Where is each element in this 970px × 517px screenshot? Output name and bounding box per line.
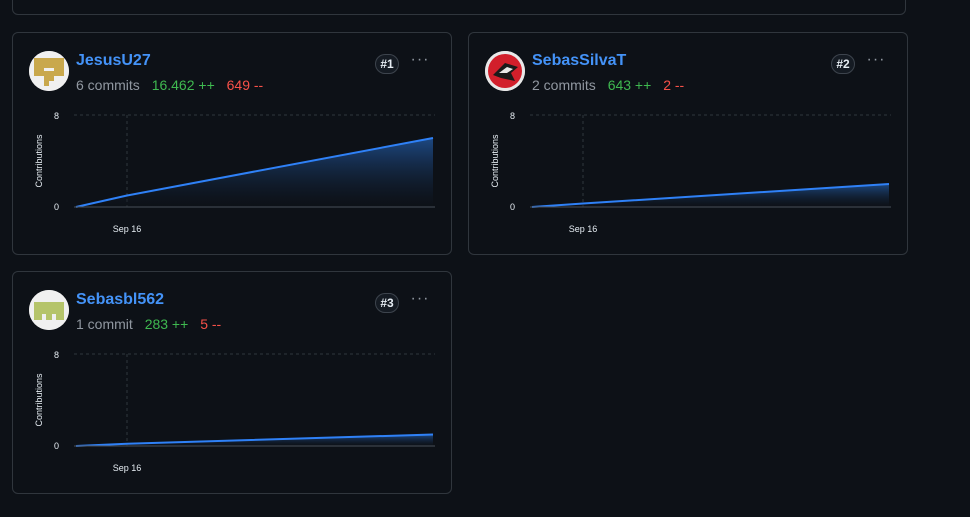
more-options-icon[interactable]: ···: [409, 291, 431, 311]
contributions-chart: 8 0 Contributions Sep 16: [34, 350, 435, 473]
contributor-card: SebasSilvaT 2 commits 643 ++ 2 -- #2 ···…: [468, 32, 908, 255]
contributor-username[interactable]: JesusU27: [76, 52, 151, 70]
avatar[interactable]: [29, 290, 69, 330]
previous-card-bottom: [12, 0, 906, 15]
avatar[interactable]: [29, 51, 69, 91]
y-tick-label: 8: [510, 111, 515, 121]
contributor-card: Sebasbl562 1 commit 283 ++ 5 -- #3 ··· 8…: [12, 271, 452, 494]
deletions-count: 649 --: [226, 77, 264, 93]
y-tick-label: 0: [54, 202, 59, 212]
y-tick-label: 8: [54, 350, 59, 360]
contributor-card: JesusU27 6 commits 16.462 ++ 649 -- #1 ·…: [12, 32, 452, 255]
contributor-username[interactable]: SebasSilvaT: [532, 52, 626, 70]
y-tick-label: 0: [54, 441, 59, 451]
commit-count[interactable]: 2 commits: [532, 77, 596, 93]
y-tick-label: 0: [510, 202, 515, 212]
contribution-stats: 6 commits 16.462 ++ 649 --: [76, 77, 263, 93]
commit-count[interactable]: 6 commits: [76, 77, 140, 93]
y-axis-label: Contributions: [34, 373, 44, 427]
contributor-username[interactable]: Sebasbl562: [76, 291, 164, 309]
additions-count: 283 ++: [144, 316, 189, 332]
additions-count: 643 ++: [607, 77, 652, 93]
contributions-chart: 8 0 Contributions Sep 16: [34, 111, 435, 234]
x-tick-label: Sep 16: [113, 463, 142, 473]
additions-count: 16.462 ++: [151, 77, 215, 93]
x-tick-label: Sep 16: [113, 224, 142, 234]
deletions-count: 5 --: [200, 316, 222, 332]
rank-badge: #3: [375, 293, 399, 313]
contribution-stats: 1 commit 283 ++ 5 --: [76, 316, 221, 332]
y-axis-label: Contributions: [490, 134, 500, 188]
more-options-icon[interactable]: ···: [409, 52, 431, 72]
commit-count[interactable]: 1 commit: [76, 316, 133, 332]
y-tick-label: 8: [54, 111, 59, 121]
rank-badge: #2: [831, 54, 855, 74]
contribution-stats: 2 commits 643 ++ 2 --: [532, 77, 684, 93]
y-axis-label: Contributions: [34, 134, 44, 188]
avatar[interactable]: [485, 51, 525, 91]
more-options-icon[interactable]: ···: [865, 52, 887, 72]
deletions-count: 2 --: [663, 77, 685, 93]
rank-badge: #1: [375, 54, 399, 74]
contributions-chart: 8 0 Contributions Sep 16: [490, 111, 891, 234]
x-tick-label: Sep 16: [569, 224, 598, 234]
